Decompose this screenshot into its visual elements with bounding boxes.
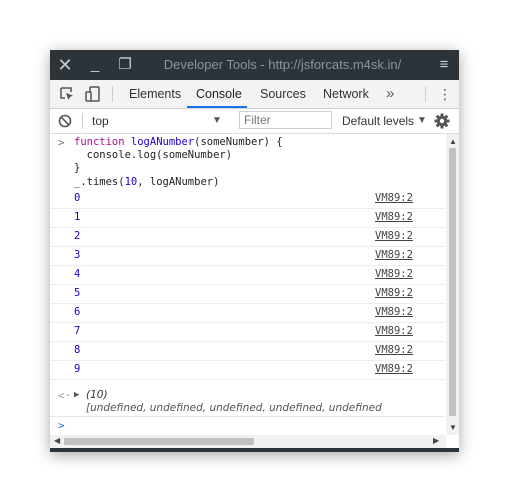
scroll-right-arrow-icon[interactable]: ▶: [433, 436, 439, 445]
tab-console[interactable]: Console: [196, 80, 242, 108]
context-dropdown-icon[interactable]: ▼: [212, 109, 222, 132]
log-source-link[interactable]: VM89:2: [375, 230, 413, 242]
devtools-window: ✕ _ ❐ Developer Tools - http://jsforcats…: [50, 50, 459, 452]
console-toolbar: top ▼ Default levels ▼: [50, 109, 459, 134]
log-levels-selector[interactable]: Default levels: [342, 109, 414, 133]
levels-dropdown-icon[interactable]: ▼: [417, 109, 427, 132]
console-input-row[interactable]: >: [50, 416, 445, 435]
log-value: 8: [74, 344, 81, 356]
code-function-name: logANumber: [130, 136, 195, 148]
toolbar-divider: [112, 86, 113, 102]
code-line-4-suffix: , logANumber): [137, 175, 220, 188]
filter-input[interactable]: [239, 111, 332, 129]
log-source-link[interactable]: VM89:2: [375, 287, 413, 299]
active-tab-indicator: [187, 106, 247, 108]
log-source-link[interactable]: VM89:2: [375, 268, 413, 280]
log-value: 6: [74, 306, 81, 318]
title-bar: ✕ _ ❐ Developer Tools - http://jsforcats…: [50, 50, 459, 80]
minimize-window-button[interactable]: _: [86, 50, 104, 80]
log-value: 5: [74, 287, 81, 299]
close-window-button[interactable]: ✕: [56, 50, 74, 80]
log-source-link[interactable]: VM89:2: [375, 192, 413, 204]
horizontal-scroll-thumb[interactable]: [64, 438, 254, 445]
log-row: 9 VM89:2: [50, 360, 445, 380]
log-row: 3 VM89:2: [50, 246, 445, 266]
scroll-down-arrow-icon[interactable]: ▼: [449, 423, 457, 432]
more-tabs-button[interactable]: »: [386, 80, 394, 107]
scroll-left-arrow-icon[interactable]: ◀: [54, 436, 60, 445]
input-echo-mark: >: [58, 136, 65, 149]
log-source-link[interactable]: VM89:2: [375, 325, 413, 337]
window-bottom-border: [50, 448, 459, 452]
code-keyword: function: [74, 136, 125, 148]
tab-network[interactable]: Network: [323, 80, 369, 108]
log-source-link[interactable]: VM89:2: [375, 249, 413, 261]
context-selector[interactable]: top: [92, 109, 109, 133]
window-title: Developer Tools - http://jsforcats.m4sk.…: [163, 57, 402, 72]
log-value: 0: [74, 192, 81, 204]
devtools-menu-button[interactable]: ⋮: [438, 80, 452, 108]
log-value: 3: [74, 249, 81, 261]
log-row: 0 VM89:2: [50, 189, 445, 209]
console-panel: > function logANumber(someNumber) { cons…: [50, 134, 445, 435]
log-row: 6 VM89:2: [50, 303, 445, 323]
return-value-icon: <·: [58, 389, 72, 402]
log-value: 2: [74, 230, 81, 242]
tab-elements[interactable]: Elements: [129, 80, 181, 108]
code-params: (someNumber) {: [194, 136, 283, 148]
devtools-tab-bar: Elements Console Sources Network » ⋮: [50, 80, 459, 109]
horizontal-scrollbar[interactable]: ◀ ▶: [50, 435, 446, 448]
log-row: 1 VM89:2: [50, 208, 445, 228]
return-array-length[interactable]: (10): [86, 389, 108, 401]
log-source-link[interactable]: VM89:2: [375, 344, 413, 356]
log-source-link[interactable]: VM89:2: [375, 363, 413, 375]
log-row: 7 VM89:2: [50, 322, 445, 342]
log-source-link[interactable]: VM89:2: [375, 211, 413, 223]
code-line-4-number: 10: [124, 175, 138, 188]
log-source-link[interactable]: VM89:2: [375, 306, 413, 318]
maximize-window-button[interactable]: ❐: [116, 50, 134, 80]
log-row: 8 VM89:2: [50, 341, 445, 361]
code-input-echo: function logANumber(someNumber) { consol…: [74, 136, 283, 189]
return-array-preview[interactable]: [undefined, undefined, undefined, undefi…: [86, 402, 382, 414]
inspect-element-icon[interactable]: [58, 85, 76, 103]
log-row: 5 VM89:2: [50, 284, 445, 304]
device-toolbar-icon[interactable]: [84, 85, 102, 103]
window-menu-button[interactable]: ≡: [435, 50, 453, 80]
log-row: 4 VM89:2: [50, 265, 445, 285]
vertical-scrollbar[interactable]: ▲ ▼: [446, 134, 459, 435]
expand-triangle-icon[interactable]: ▶: [74, 390, 79, 400]
scroll-up-arrow-icon[interactable]: ▲: [449, 137, 457, 146]
log-value: 7: [74, 325, 81, 337]
toolbar-divider: [82, 113, 83, 129]
gear-icon[interactable]: [434, 113, 450, 129]
vertical-scroll-thumb[interactable]: [449, 148, 456, 416]
log-value: 9: [74, 363, 81, 375]
log-value: 4: [74, 268, 81, 280]
code-line-2: console.log(someNumber): [74, 149, 233, 162]
code-line-4-prefix: _.times(: [74, 175, 125, 188]
code-line-3: }: [74, 162, 81, 175]
prompt-caret-icon: >: [58, 419, 65, 432]
toolbar-divider: [425, 86, 426, 102]
log-value: 1: [74, 211, 81, 223]
tab-sources[interactable]: Sources: [260, 80, 306, 108]
log-row: 2 VM89:2: [50, 227, 445, 247]
clear-console-icon[interactable]: [58, 114, 72, 128]
